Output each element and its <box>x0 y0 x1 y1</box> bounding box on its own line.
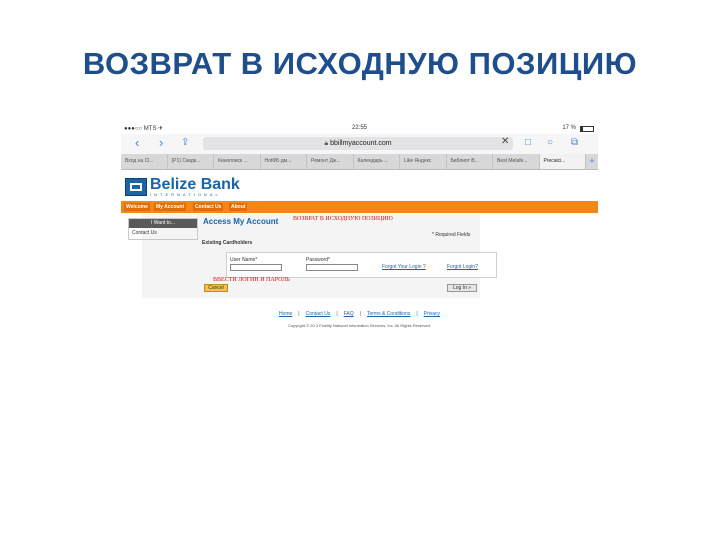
copyright: Copyright © 20 3 Fidelity National Infor… <box>287 323 431 328</box>
tab-7[interactable]: Библиот В... <box>447 154 493 169</box>
username-input[interactable] <box>230 264 282 271</box>
carrier-signal: ●●●○○ MTS ✈ <box>124 126 164 132</box>
page-title: Access My Account <box>203 217 279 226</box>
nav-welcome[interactable]: Welcome <box>124 203 150 211</box>
logo-mark-icon <box>125 178 147 196</box>
clear-url-icon[interactable]: ✕ <box>501 136 509 147</box>
browser-toolbar: ‹ › ⇪ 🔒︎ bbillmyaccount.com ✕ □ ○ ⧉ <box>121 134 598 154</box>
reading-list-icon[interactable]: ○ <box>547 136 553 150</box>
slide-title: ВОЗВРАТ В ИСХОДНУЮ ПОЗИЦИЮ <box>82 46 638 81</box>
tab-bar: Вход на Cl... (Р1) Скидк... Кинопоиск ..… <box>121 154 598 170</box>
section-title: Existing Cardholders <box>202 240 253 246</box>
tab-0[interactable]: Вход на Cl... <box>121 154 168 169</box>
login-form: User Name* Password* Forgot Your Login ?… <box>226 252 497 278</box>
tab-2[interactable]: Кинопоиск ... <box>214 154 261 169</box>
tab-6[interactable]: Like Яндекс <box>400 154 447 169</box>
side-menu-title: I Want to... <box>129 219 197 228</box>
side-menu: I Want to... Contact Us <box>128 218 198 240</box>
tab-8[interactable]: Best Melafe... <box>493 154 540 169</box>
forgot-password-link[interactable]: Forgot Login? <box>447 264 478 270</box>
footer-separator: | <box>298 311 300 317</box>
footer-contact[interactable]: Contact Us <box>306 311 331 317</box>
tab-active[interactable]: Precaici... <box>539 154 586 169</box>
tabs-icon[interactable]: ⧉ <box>571 136 578 150</box>
bank-page: Belize Bank INTERNATIONAL Welcome My Acc… <box>121 170 598 338</box>
forward-icon[interactable]: › <box>159 136 163 150</box>
address-bar[interactable]: 🔒︎ bbillmyaccount.com <box>203 137 513 150</box>
tab-1[interactable]: (Р1) Скидк... <box>168 154 214 169</box>
nav-my-account[interactable]: My Account <box>154 203 187 211</box>
login-button[interactable]: Log In » <box>447 284 477 292</box>
url-text: bbillmyaccount.com <box>330 140 392 147</box>
footer-separator: | <box>359 311 361 317</box>
cancel-button[interactable]: Cancel <box>204 284 228 292</box>
footer-faq[interactable]: FAQ <box>344 311 354 317</box>
nav-about[interactable]: About <box>229 203 248 211</box>
footer-links: Home | Contact Us | FAQ | Terms & Conditions | P… <box>121 311 598 317</box>
new-tab-icon[interactable]: + <box>586 154 598 169</box>
footer-privacy[interactable]: Privacy <box>424 311 440 317</box>
status-time: 22:55 <box>352 125 368 131</box>
footer-terms[interactable]: Terms & Conditions <box>367 311 410 317</box>
battery-level: 17 % <box>562 125 576 131</box>
bookmarks-icon[interactable]: □ <box>525 136 531 150</box>
nav-contact-us[interactable]: Contact Us <box>193 203 224 211</box>
footer-home[interactable]: Home <box>279 311 292 317</box>
footer-separator: | <box>336 311 338 317</box>
side-menu-item[interactable]: Contact Us <box>129 228 197 238</box>
password-label: Password* <box>306 257 330 263</box>
tab-5[interactable]: Календарь ... <box>354 154 400 169</box>
battery-icon <box>580 126 594 132</box>
lock-icon: 🔒︎ <box>324 140 329 147</box>
annotation-return: ВОЗВРАТ В ИСХОДНУЮ ПОЗИЦИЮ <box>293 216 393 222</box>
logo-subtitle: INTERNATIONAL <box>150 192 221 197</box>
tab-3[interactable]: HotФБ дм... <box>261 154 307 169</box>
ipad-screenshot: ●●●○○ MTS ✈ 22:55 17 % ‹ › ⇪ 🔒︎ bbillmyac… <box>121 122 598 338</box>
back-icon[interactable]: ‹ <box>135 136 139 150</box>
share-icon[interactable]: ⇪ <box>181 136 189 150</box>
annotation-enter: ВВЕСТИ ЛОГИН И ПАРОЛЬ <box>213 277 290 283</box>
required-note: * Required Fields <box>432 232 471 238</box>
status-bar: ●●●○○ MTS ✈ 22:55 17 % <box>121 122 598 134</box>
tab-4[interactable]: Ремонт Дж... <box>307 154 354 169</box>
main-nav: Welcome My Account Contact Us About <box>121 201 598 213</box>
footer-separator: | <box>416 311 418 317</box>
username-label: User Name* <box>230 257 258 263</box>
password-input[interactable] <box>306 264 358 271</box>
forgot-username-link[interactable]: Forgot Your Login ? <box>382 264 426 270</box>
